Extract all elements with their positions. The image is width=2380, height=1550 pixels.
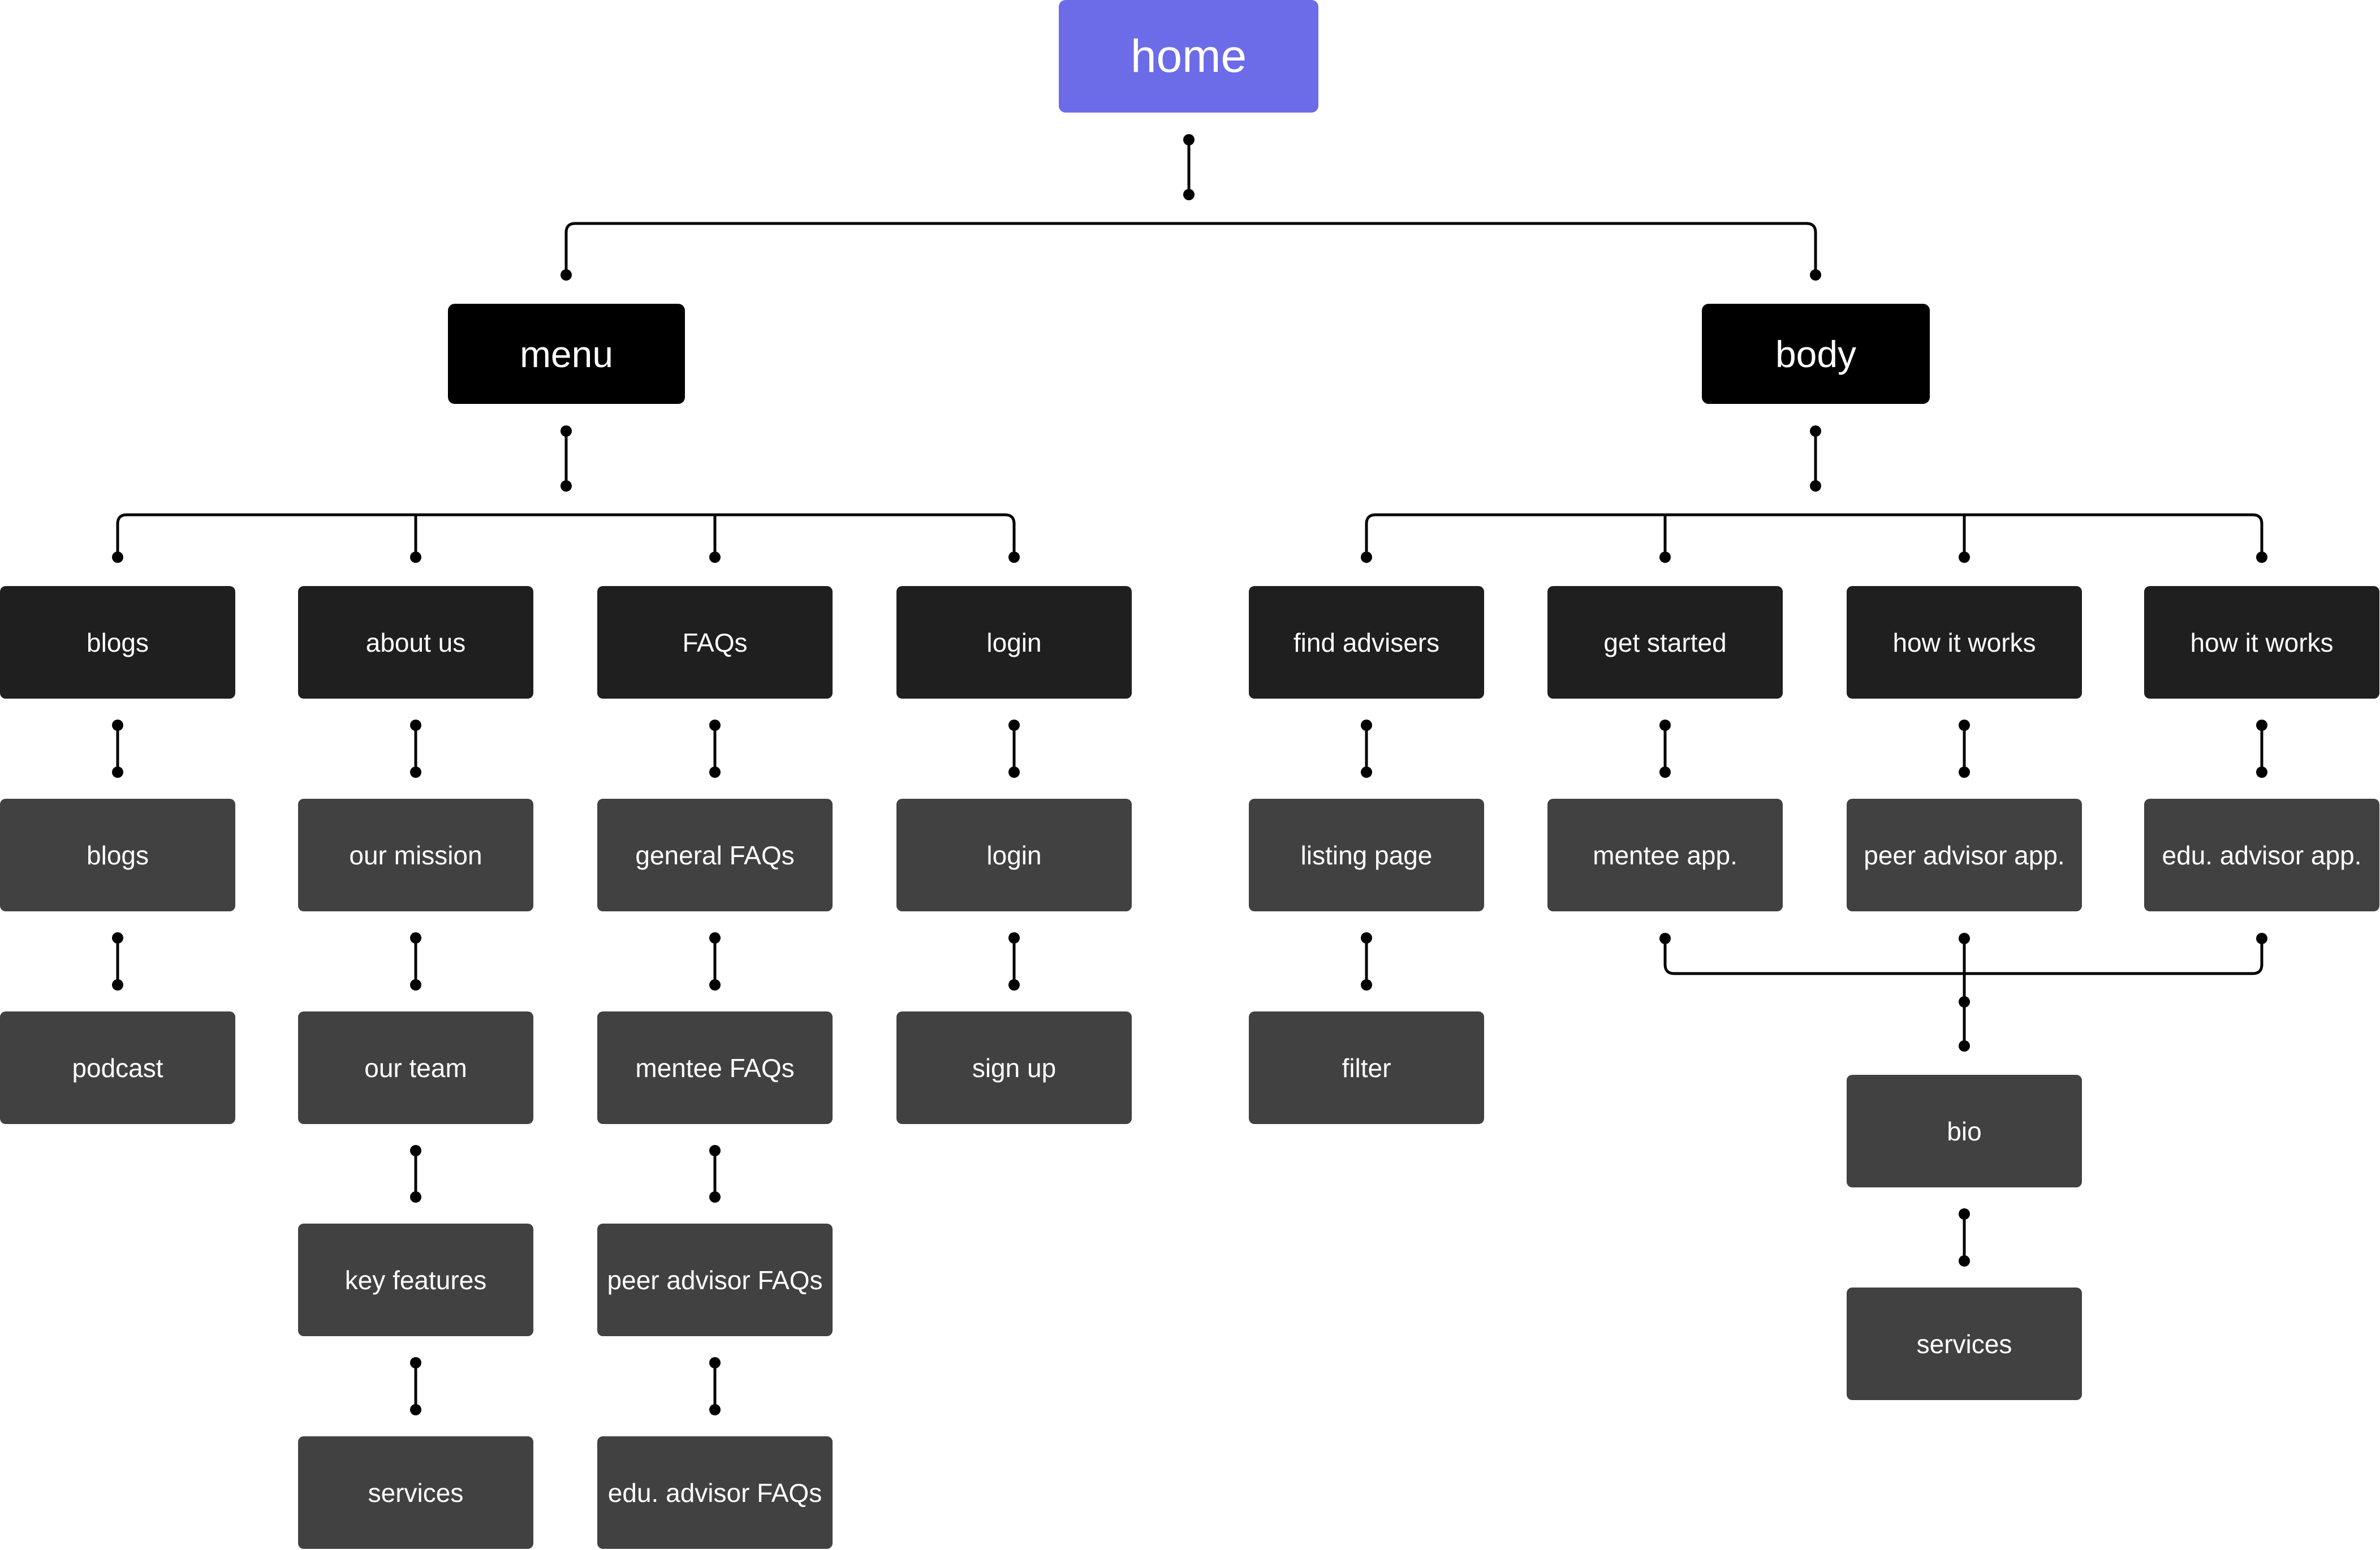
connector-dot xyxy=(709,979,721,991)
sitemap-diagram: home menu body blogs about us FAQs login… xyxy=(0,0,2380,1550)
node-filter[interactable]: filter xyxy=(1249,1011,1484,1124)
connector-dot xyxy=(1008,552,1020,563)
node-menu[interactable]: menu xyxy=(448,304,685,404)
connector-dot xyxy=(1959,996,1970,1008)
node-bio[interactable]: bio xyxy=(1847,1075,2082,1187)
connector-dot xyxy=(709,720,721,731)
node-get-started[interactable]: get started xyxy=(1547,586,1783,699)
connector-dot xyxy=(1361,552,1372,563)
connector-dot xyxy=(1810,269,1821,281)
node-how-it-works-edu[interactable]: how it works xyxy=(2144,586,2379,699)
connector-dot xyxy=(1183,134,1195,145)
connector-dot xyxy=(1008,767,1020,778)
connector-dot xyxy=(1361,932,1372,944)
connector-dot xyxy=(1361,720,1372,731)
node-services-profile[interactable]: services xyxy=(1847,1288,2082,1400)
node-blogs-category[interactable]: blogs xyxy=(0,586,235,699)
connector-dot xyxy=(1659,933,1671,944)
node-general-faqs[interactable]: general FAQs xyxy=(597,799,833,911)
node-edu-advisor-app[interactable]: edu. advisor app. xyxy=(2144,799,2379,911)
connector-dot xyxy=(112,720,123,731)
connector-dot xyxy=(1810,480,1821,492)
connector-dot xyxy=(1008,720,1020,731)
node-about-us[interactable]: about us xyxy=(298,586,533,699)
connector-dot xyxy=(560,480,572,492)
node-edu-advisor-faqs[interactable]: edu. advisor FAQs xyxy=(597,1436,833,1549)
connector-dot xyxy=(410,1191,421,1203)
node-our-mission[interactable]: our mission xyxy=(298,799,533,911)
connector-dot xyxy=(709,767,721,778)
connector-bracket xyxy=(116,513,1016,557)
connector-dot xyxy=(1959,1208,1970,1220)
connector-dot xyxy=(709,552,721,563)
connector-dot xyxy=(1008,932,1020,944)
node-listing-page[interactable]: listing page xyxy=(1249,799,1484,911)
connector-dot xyxy=(410,932,421,944)
connector-dot xyxy=(410,552,421,563)
connector-dot xyxy=(410,1145,421,1156)
connector-dot xyxy=(1008,979,1020,991)
node-mentee-app[interactable]: mentee app. xyxy=(1547,799,1783,911)
node-our-team[interactable]: our team xyxy=(298,1011,533,1124)
connector-dot xyxy=(112,932,123,944)
connector-dot xyxy=(1959,767,1970,778)
connector-dot xyxy=(709,1357,721,1368)
connector-dot xyxy=(410,1404,421,1415)
connector-dot xyxy=(112,552,123,563)
connector-dot xyxy=(1659,552,1671,563)
connector-dot xyxy=(1183,189,1195,200)
connector-dot xyxy=(709,932,721,944)
connector-dot xyxy=(1659,720,1671,731)
connector-dot xyxy=(410,720,421,731)
connector-dot xyxy=(2256,552,2267,563)
connector-dot xyxy=(1959,1040,1970,1052)
connector-bracket xyxy=(1365,513,2263,557)
connector-dot xyxy=(112,979,123,991)
connector-dot xyxy=(410,767,421,778)
node-key-features[interactable]: key features xyxy=(298,1224,533,1336)
node-blogs-page[interactable]: blogs xyxy=(0,799,235,911)
node-podcast[interactable]: podcast xyxy=(0,1011,235,1124)
connector-bracket xyxy=(564,222,1817,275)
node-login-category[interactable]: login xyxy=(896,586,1132,699)
node-login-page[interactable]: login xyxy=(896,799,1132,911)
node-how-it-works-peer[interactable]: how it works xyxy=(1847,586,2082,699)
connector-dot xyxy=(2256,767,2267,778)
node-body[interactable]: body xyxy=(1702,304,1930,404)
connector-dot xyxy=(2256,720,2267,731)
connector-dot xyxy=(709,1404,721,1415)
connector-dot xyxy=(709,1191,721,1203)
node-faqs[interactable]: FAQs xyxy=(597,586,833,699)
connector-dot xyxy=(410,979,421,991)
connector-dot xyxy=(1361,767,1372,778)
connector-dot xyxy=(1810,425,1821,437)
connector-dot xyxy=(112,767,123,778)
node-services-about[interactable]: services xyxy=(298,1436,533,1549)
connector-dot xyxy=(1659,767,1671,778)
connector-dot xyxy=(709,1145,721,1156)
node-mentee-faqs[interactable]: mentee FAQs xyxy=(597,1011,833,1124)
connector-dot xyxy=(1959,1255,1970,1267)
connector-dot xyxy=(560,269,572,281)
connector-dot xyxy=(410,1357,421,1368)
node-sign-up[interactable]: sign up xyxy=(896,1011,1132,1124)
connector-dot xyxy=(1959,720,1970,731)
connector-dot xyxy=(1959,933,1970,944)
connector-dot xyxy=(2256,933,2267,944)
node-peer-advisor-app[interactable]: peer advisor app. xyxy=(1847,799,2082,911)
node-find-advisers[interactable]: find advisers xyxy=(1249,586,1484,699)
node-peer-advisor-faqs[interactable]: peer advisor FAQs xyxy=(597,1224,833,1336)
connector-dot xyxy=(1361,979,1372,991)
connector-dot xyxy=(1959,552,1970,563)
connector-dot xyxy=(560,425,572,437)
node-home[interactable]: home xyxy=(1059,0,1318,113)
